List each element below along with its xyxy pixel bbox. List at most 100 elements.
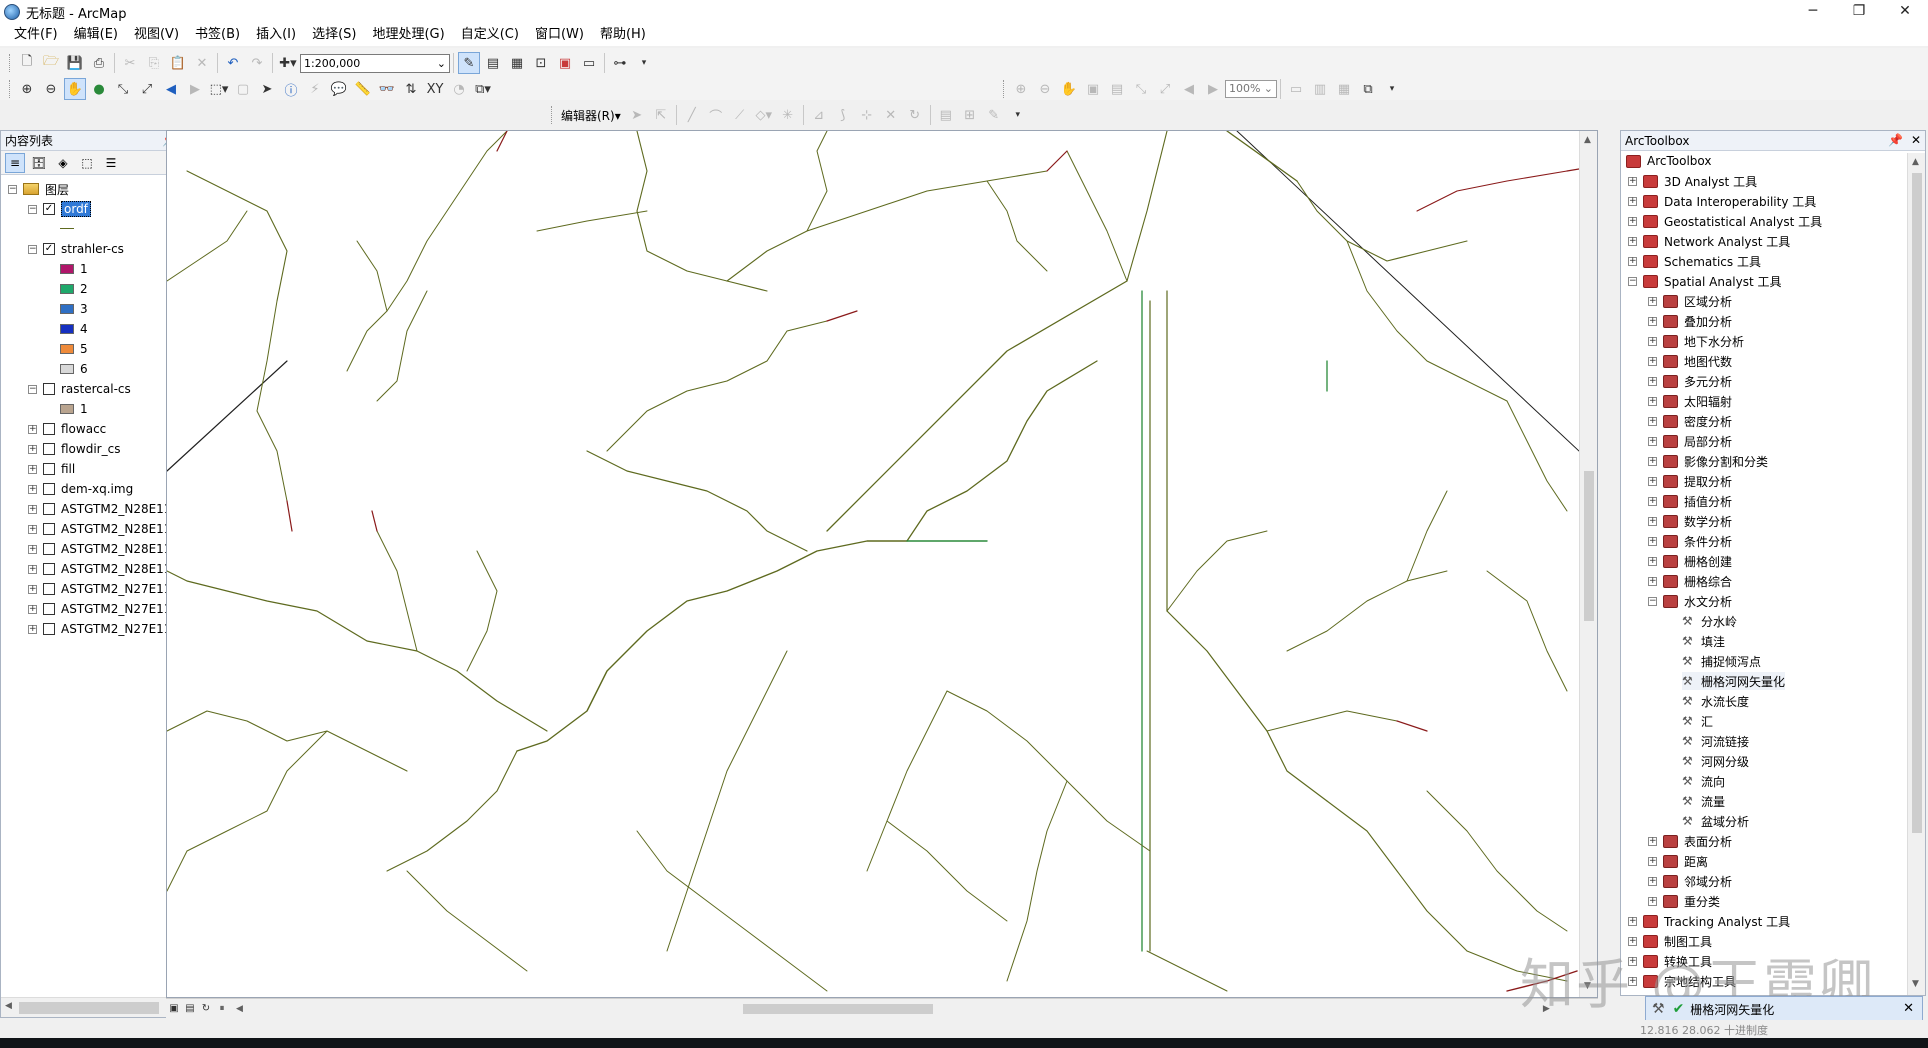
collapse-icon[interactable]: − bbox=[1648, 596, 1657, 606]
layout-pan-icon[interactable]: ✋ bbox=[1058, 78, 1080, 100]
find-route-icon[interactable]: ⇅ bbox=[400, 78, 422, 100]
expand-icon[interactable]: + bbox=[28, 424, 37, 434]
layer-visibility-checkbox[interactable] bbox=[43, 623, 55, 635]
menu-view[interactable]: 视图(V) bbox=[126, 24, 187, 46]
scroll-down-icon[interactable]: ▼ bbox=[1912, 979, 1919, 989]
toc-root-layers[interactable]: − 图层 bbox=[8, 180, 69, 198]
expand-icon[interactable]: + bbox=[1648, 416, 1657, 426]
split-tool-icon[interactable]: ✕ bbox=[880, 104, 902, 126]
layer-visibility-checkbox[interactable] bbox=[43, 423, 55, 435]
scroll-left-icon[interactable]: ◀ bbox=[5, 1001, 12, 1011]
menu-help[interactable]: 帮助(H) bbox=[592, 24, 654, 46]
hyperlink-icon[interactable]: ⚡ bbox=[304, 78, 326, 100]
select-features-icon[interactable]: ⬚▾ bbox=[208, 78, 230, 100]
change-layout-icon[interactable]: ▦ bbox=[1333, 78, 1355, 100]
toolbar-grip[interactable] bbox=[9, 80, 12, 98]
tool-item[interactable]: ⚒ 盆域分析 bbox=[1682, 812, 1749, 830]
toolbox-item[interactable]: + Schematics 工具 bbox=[1628, 252, 1761, 270]
layer-visibility-checkbox[interactable] bbox=[43, 603, 55, 615]
list-by-drawing-order-icon[interactable]: ≡ bbox=[5, 152, 25, 173]
expand-icon[interactable]: + bbox=[28, 564, 37, 574]
layer-name[interactable]: dem-xq.img bbox=[61, 482, 133, 496]
fixed-zoom-out-icon[interactable]: ⤢ bbox=[136, 78, 158, 100]
reshape-feature-icon[interactable]: ⟆ bbox=[832, 104, 854, 126]
toc-layer-strahler[interactable]: − ✓ strahler-cs bbox=[28, 240, 124, 258]
toolset-item[interactable]: + 密度分析 bbox=[1648, 412, 1732, 430]
tool-item[interactable]: ⚒ 捕捉倾泻点 bbox=[1682, 652, 1761, 670]
toc-layer-flowdir[interactable]: + flowdir_cs bbox=[28, 440, 120, 458]
layout-zoom-out-icon[interactable]: ⊖ bbox=[1034, 78, 1056, 100]
menu-windows[interactable]: 窗口(W) bbox=[527, 24, 592, 46]
menu-bookmarks[interactable]: 书签(B) bbox=[187, 24, 248, 46]
clear-selection-icon[interactable]: ▢ bbox=[232, 78, 254, 100]
collapse-icon[interactable]: − bbox=[8, 184, 17, 194]
layer-visibility-checkbox[interactable] bbox=[43, 563, 55, 575]
toolset-item[interactable]: + 重分类 bbox=[1648, 892, 1720, 910]
expand-icon[interactable]: + bbox=[28, 584, 37, 594]
full-extent-globe-icon[interactable]: ● bbox=[88, 78, 110, 100]
model-builder-icon[interactable]: ⊶ bbox=[609, 52, 631, 74]
delete-icon[interactable]: ✕ bbox=[191, 52, 213, 74]
fixed-zoom-out-layout-icon[interactable]: ⤢ bbox=[1154, 78, 1176, 100]
toolset-item[interactable]: + 距离 bbox=[1648, 852, 1708, 870]
edit-vertices-icon[interactable]: ⊿ bbox=[808, 104, 830, 126]
expand-icon[interactable]: + bbox=[1648, 856, 1657, 866]
straight-segment-icon[interactable]: ╱ bbox=[681, 104, 703, 126]
expand-icon[interactable]: + bbox=[1628, 236, 1637, 246]
search-window-icon[interactable]: ⊡ bbox=[530, 52, 552, 74]
expand-icon[interactable]: + bbox=[1648, 836, 1657, 846]
stream-network-map[interactable] bbox=[167, 131, 1580, 997]
expand-icon[interactable]: + bbox=[28, 484, 37, 494]
edit-tool-icon[interactable]: ➤ bbox=[626, 104, 648, 126]
editor-toolbar-icon[interactable]: ✎ bbox=[458, 52, 480, 74]
end-point-arc-icon[interactable]: ⌒ bbox=[705, 104, 727, 126]
identify-icon[interactable]: ⓘ bbox=[280, 78, 302, 100]
layer-visibility-checkbox[interactable] bbox=[43, 583, 55, 595]
toolset-item[interactable]: + 栅格综合 bbox=[1648, 572, 1732, 590]
scroll-left-icon[interactable]: ◀ bbox=[236, 1004, 243, 1014]
add-data-icon[interactable]: ✚▾ bbox=[277, 52, 299, 74]
toolset-item[interactable]: + 地图代数 bbox=[1648, 352, 1732, 370]
expand-icon[interactable]: + bbox=[1648, 556, 1657, 566]
select-elements-arrow-icon[interactable]: ➤ bbox=[256, 78, 278, 100]
layer-visibility-checkbox[interactable] bbox=[43, 483, 55, 495]
scroll-up-icon[interactable]: ▲ bbox=[1584, 135, 1591, 145]
menu-customize[interactable]: 自定义(C) bbox=[453, 24, 527, 46]
collapse-icon[interactable]: − bbox=[1628, 276, 1637, 286]
layer-visibility-checkbox[interactable] bbox=[43, 523, 55, 535]
layout-options-icon[interactable]: ▾ bbox=[1381, 78, 1403, 100]
expand-icon[interactable]: + bbox=[28, 544, 37, 554]
zoom-whole-page-icon[interactable]: ▣ bbox=[1082, 78, 1104, 100]
expand-icon[interactable]: + bbox=[1648, 496, 1657, 506]
table-of-contents-icon[interactable]: ▤ bbox=[482, 52, 504, 74]
point-tool-icon[interactable]: ◇▾ bbox=[753, 104, 775, 126]
toolbox-vertical-scrollbar[interactable]: ▲ ▼ bbox=[1907, 153, 1925, 995]
layer-name[interactable]: flowacc bbox=[61, 422, 106, 436]
toc-layer-fill[interactable]: + fill bbox=[28, 460, 75, 478]
edit-annotation-icon[interactable]: ⇱ bbox=[650, 104, 672, 126]
data-driven-pages-icon[interactable]: ⧉ bbox=[1357, 78, 1379, 100]
layer-visibility-checkbox[interactable]: ✓ bbox=[43, 203, 55, 215]
toc-layer-ordf[interactable]: − ✓ ordf bbox=[28, 200, 91, 218]
tool-item[interactable]: ⚒ 流量 bbox=[1682, 792, 1725, 810]
toolbar-grip[interactable] bbox=[9, 54, 12, 72]
scroll-thumb[interactable] bbox=[1912, 173, 1922, 833]
zoom-in-icon[interactable]: ⊕ bbox=[16, 78, 38, 100]
collapse-icon[interactable]: − bbox=[28, 244, 37, 254]
sketch-properties-icon[interactable]: ⊞ bbox=[959, 104, 981, 126]
toolset-item[interactable]: + 影像分割和分类 bbox=[1648, 452, 1768, 470]
editor-menu[interactable]: 编辑器(R)▾ bbox=[557, 107, 625, 124]
layer-visibility-checkbox[interactable] bbox=[43, 383, 55, 395]
toolset-item[interactable]: + 提取分析 bbox=[1648, 472, 1732, 490]
zoom-100-icon[interactable]: ▤ bbox=[1106, 78, 1128, 100]
expand-icon[interactable]: + bbox=[1648, 436, 1657, 446]
expand-icon[interactable]: + bbox=[1628, 256, 1637, 266]
toc-layer-dem[interactable]: + dem-xq.img bbox=[28, 480, 133, 498]
layer-name[interactable]: flowdir_cs bbox=[61, 442, 120, 456]
layer-visibility-checkbox[interactable] bbox=[43, 543, 55, 555]
toolbox-item-spatial-analyst[interactable]: − Spatial Analyst 工具 bbox=[1628, 272, 1782, 290]
pan-hand-icon[interactable]: ✋ bbox=[64, 78, 86, 100]
expand-icon[interactable]: + bbox=[1648, 536, 1657, 546]
rotate-tool-icon[interactable]: ↻ bbox=[904, 104, 926, 126]
expand-icon[interactable]: + bbox=[1648, 316, 1657, 326]
